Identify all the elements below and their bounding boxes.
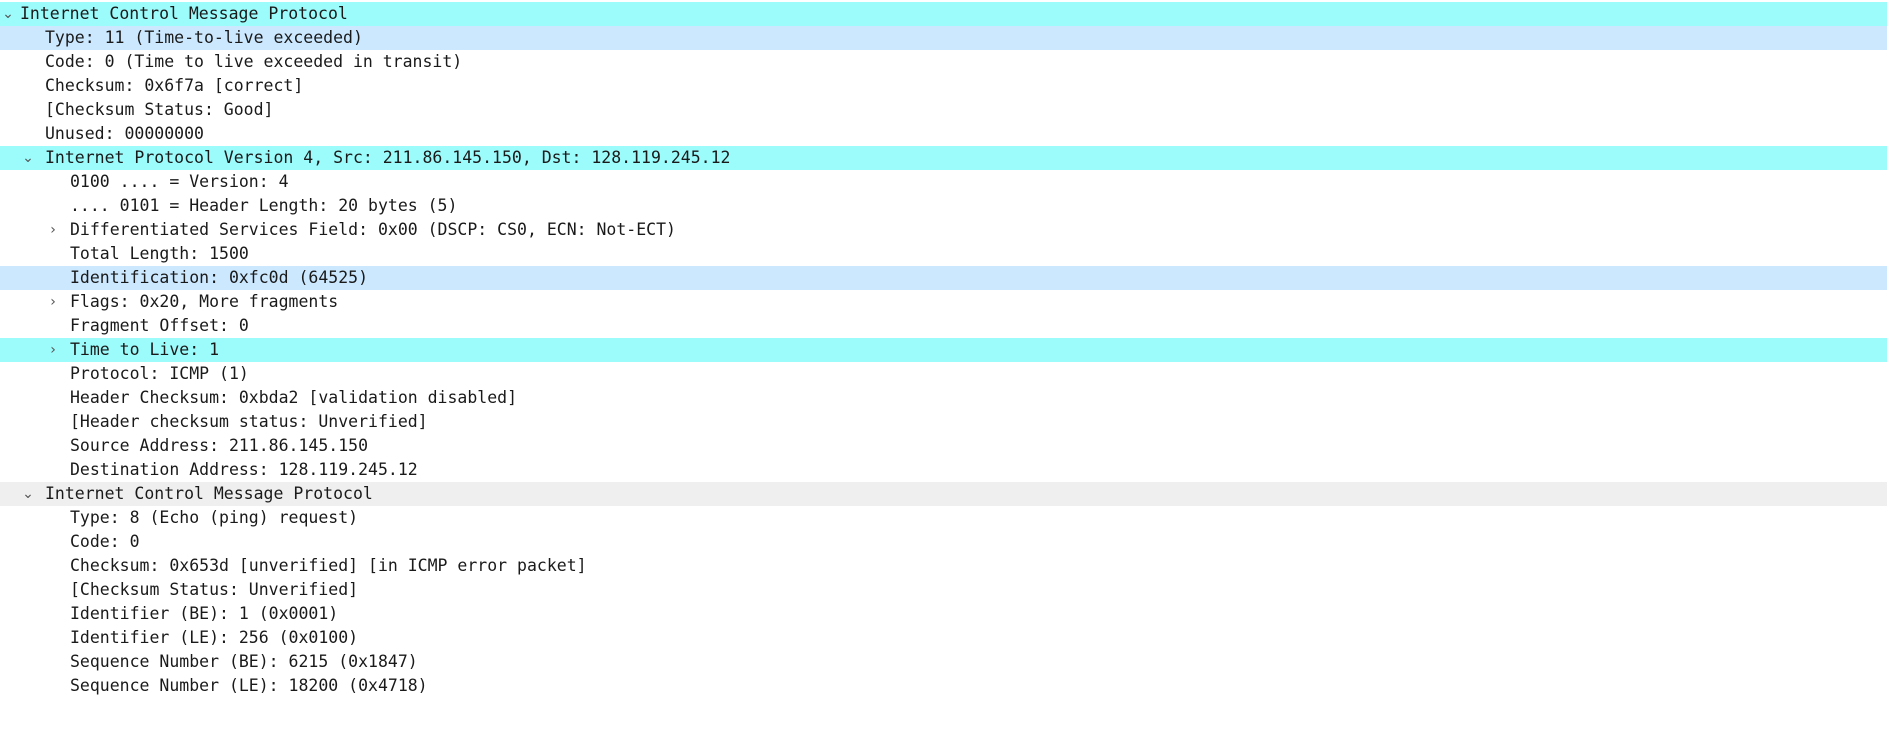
tree-row-label: Identifier (LE): 256 (0x0100): [70, 628, 359, 647]
chevron-right-icon[interactable]: ›: [45, 218, 61, 242]
tree-row-inner-checksum[interactable]: Checksum: 0x653d [unverified] [in ICMP e…: [0, 554, 1887, 578]
tree-row-ip-ttl[interactable]: › Time to Live: 1: [0, 338, 1887, 362]
tree-row-label: Header Checksum: 0xbda2 [validation disa…: [70, 388, 518, 407]
chevron-down-icon[interactable]: ⌄: [20, 482, 36, 506]
tree-row-inner-code[interactable]: Code: 0: [0, 530, 1887, 554]
tree-row-label: Total Length: 1500: [70, 244, 249, 263]
tree-row-label: Checksum: 0x653d [unverified] [in ICMP e…: [70, 556, 587, 575]
tree-row-inner-identifier-le[interactable]: Identifier (LE): 256 (0x0100): [0, 626, 1887, 650]
tree-row-ipv4[interactable]: ⌄ Internet Protocol Version 4, Src: 211.…: [0, 146, 1887, 170]
tree-row-icmp[interactable]: ⌄ Internet Control Message Protocol: [0, 2, 1887, 26]
tree-row-label: Internet Control Message Protocol: [45, 484, 373, 503]
tree-row-ip-source[interactable]: Source Address: 211.86.145.150: [0, 434, 1887, 458]
tree-row-icmp-checksum-status[interactable]: [Checksum Status: Good]: [0, 98, 1887, 122]
tree-row-label: [Header checksum status: Unverified]: [70, 412, 428, 431]
tree-row-label: Sequence Number (LE): 18200 (0x4718): [70, 676, 428, 695]
tree-row-icmp-code[interactable]: Code: 0 (Time to live exceeded in transi…: [0, 50, 1887, 74]
tree-row-label: Code: 0: [70, 532, 140, 551]
chevron-down-icon[interactable]: ⌄: [0, 2, 16, 26]
tree-row-label: Source Address: 211.86.145.150: [70, 436, 369, 455]
chevron-down-icon[interactable]: ⌄: [20, 146, 36, 170]
tree-row-inner-icmp[interactable]: ⌄ Internet Control Message Protocol: [0, 482, 1887, 506]
tree-row-label: .... 0101 = Header Length: 20 bytes (5): [70, 196, 458, 215]
tree-row-icmp-checksum[interactable]: Checksum: 0x6f7a [correct]: [0, 74, 1887, 98]
tree-row-ip-fragment-offset[interactable]: Fragment Offset: 0: [0, 314, 1887, 338]
tree-row-ip-destination[interactable]: Destination Address: 128.119.245.12: [0, 458, 1887, 482]
tree-row-label: 0100 .... = Version: 4: [70, 172, 289, 191]
tree-row-label: [Checksum Status: Good]: [45, 100, 274, 119]
tree-row-label: Type: 11 (Time-to-live exceeded): [45, 28, 363, 47]
tree-row-label: Identification: 0xfc0d (64525): [70, 268, 369, 287]
tree-row-icmp-type[interactable]: Type: 11 (Time-to-live exceeded): [0, 26, 1887, 50]
tree-row-inner-seq-be[interactable]: Sequence Number (BE): 6215 (0x1847): [0, 650, 1887, 674]
tree-row-ip-total-length[interactable]: Total Length: 1500: [0, 242, 1887, 266]
tree-row-label: Internet Control Message Protocol: [20, 4, 348, 23]
tree-row-ip-header-length[interactable]: .... 0101 = Header Length: 20 bytes (5): [0, 194, 1887, 218]
tree-row-label: Sequence Number (BE): 6215 (0x1847): [70, 652, 418, 671]
tree-row-ip-version[interactable]: 0100 .... = Version: 4: [0, 170, 1887, 194]
tree-row-label: Code: 0 (Time to live exceeded in transi…: [45, 52, 463, 71]
tree-row-icmp-unused[interactable]: Unused: 00000000: [0, 122, 1887, 146]
tree-row-label: Time to Live: 1: [70, 340, 220, 359]
tree-row-ip-dsfield[interactable]: › Differentiated Services Field: 0x00 (D…: [0, 218, 1887, 242]
tree-row-label: Flags: 0x20, More fragments: [70, 292, 339, 311]
tree-row-ip-identification[interactable]: Identification: 0xfc0d (64525): [0, 266, 1887, 290]
tree-row-label: Type: 8 (Echo (ping) request): [70, 508, 359, 527]
packet-details-tree: ⌄ Internet Control Message Protocol Type…: [0, 0, 1887, 698]
tree-row-inner-type[interactable]: Type: 8 (Echo (ping) request): [0, 506, 1887, 530]
chevron-right-icon[interactable]: ›: [45, 338, 61, 362]
tree-row-ip-header-checksum[interactable]: Header Checksum: 0xbda2 [validation disa…: [0, 386, 1887, 410]
tree-row-label: Internet Protocol Version 4, Src: 211.86…: [45, 148, 731, 167]
tree-row-inner-identifier-be[interactable]: Identifier (BE): 1 (0x0001): [0, 602, 1887, 626]
tree-row-ip-protocol[interactable]: Protocol: ICMP (1): [0, 362, 1887, 386]
tree-row-inner-seq-le[interactable]: Sequence Number (LE): 18200 (0x4718): [0, 674, 1887, 698]
tree-row-ip-header-checksum-status[interactable]: [Header checksum status: Unverified]: [0, 410, 1887, 434]
tree-row-label: Destination Address: 128.119.245.12: [70, 460, 418, 479]
tree-row-label: [Checksum Status: Unverified]: [70, 580, 359, 599]
chevron-right-icon[interactable]: ›: [45, 290, 61, 314]
tree-row-label: Identifier (BE): 1 (0x0001): [70, 604, 339, 623]
tree-row-label: Checksum: 0x6f7a [correct]: [45, 76, 304, 95]
tree-row-label: Fragment Offset: 0: [70, 316, 249, 335]
tree-row-label: Protocol: ICMP (1): [70, 364, 249, 383]
tree-row-ip-flags[interactable]: › Flags: 0x20, More fragments: [0, 290, 1887, 314]
tree-row-label: Unused: 00000000: [45, 124, 204, 143]
tree-row-inner-checksum-status[interactable]: [Checksum Status: Unverified]: [0, 578, 1887, 602]
tree-row-label: Differentiated Services Field: 0x00 (DSC…: [70, 220, 676, 239]
